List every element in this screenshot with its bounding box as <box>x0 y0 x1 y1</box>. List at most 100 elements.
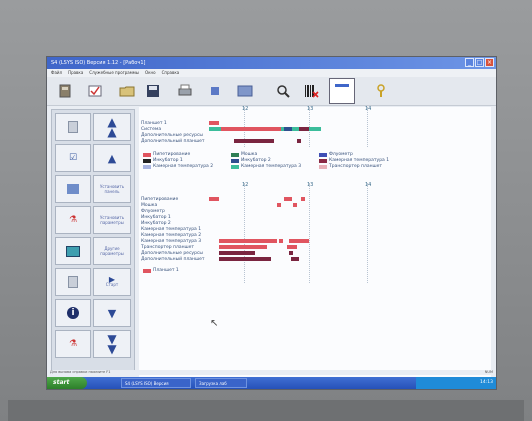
legend-label: Камерная температура 1 <box>329 158 390 163</box>
set-panel-button[interactable]: Установить панель <box>93 175 131 203</box>
gridline <box>367 107 368 147</box>
menu-window[interactable]: Окно <box>145 69 156 77</box>
gridline <box>244 183 245 283</box>
gantt-bar <box>293 203 297 207</box>
row-label: Флуометр <box>141 209 165 214</box>
sidebar-monitor-button[interactable] <box>55 237 91 265</box>
set-params-button[interactable]: Установить параметры <box>93 206 131 234</box>
save-icon[interactable] <box>143 81 163 101</box>
menu-help[interactable]: Справка <box>162 69 180 77</box>
toolbar <box>47 77 496 106</box>
legend-label: Инкубатор 1 <box>153 158 183 163</box>
legend-swatch <box>231 153 239 157</box>
up-icon: ▲ <box>107 151 117 165</box>
sidebar-tubes-button[interactable]: ⚗ <box>55 206 91 234</box>
sidebar-doc-button[interactable] <box>55 113 91 141</box>
barcode-icon[interactable] <box>301 81 321 101</box>
gantt-bar <box>301 197 305 201</box>
gantt-bar <box>219 251 255 255</box>
row-label: Система <box>141 127 162 132</box>
row-label: Дополнительные ресурсы <box>141 251 203 256</box>
legend-swatch <box>143 165 151 169</box>
legend-label: Инкубатор 2 <box>241 158 271 163</box>
check-icon: ☑ <box>68 152 78 163</box>
legend-label: Пипетирование <box>153 152 191 157</box>
legend-swatch <box>231 159 239 163</box>
box-icon[interactable] <box>235 81 255 101</box>
tick-label: 14 <box>365 182 372 188</box>
gantt-bar <box>277 203 281 207</box>
double-down-icon: ▼ ▼ <box>107 332 117 356</box>
gridline <box>367 183 368 283</box>
sidebar-tubes2-button[interactable]: ⚗ <box>55 330 91 358</box>
help-icon[interactable] <box>371 81 391 101</box>
maximize-button[interactable]: □ <box>475 58 484 67</box>
monitor-icon <box>66 245 80 257</box>
doc-icon <box>68 276 78 288</box>
menu-edit[interactable]: Правка <box>68 69 83 77</box>
sidebar-check-button[interactable]: ☑ <box>55 144 91 172</box>
info-icon: i <box>67 307 79 319</box>
gantt-bar <box>221 127 281 131</box>
gantt-bar <box>219 257 271 261</box>
start-menu-button[interactable]: start <box>47 377 87 389</box>
doc-icon <box>68 121 78 133</box>
status-bar: Для вызова справки нажмите F1 NUM <box>47 370 496 375</box>
gantt-bar <box>287 245 297 249</box>
status-right: NUM <box>484 370 493 374</box>
system-tray: 14:13 <box>416 377 496 389</box>
minimize-button[interactable]: _ <box>465 58 474 67</box>
legend-label: Мошка <box>241 152 258 157</box>
gridline <box>309 183 310 283</box>
start-button[interactable]: ▶ Старт <box>93 268 131 296</box>
check-icon[interactable] <box>85 81 105 101</box>
print-icon[interactable] <box>175 81 195 101</box>
device-icon[interactable] <box>55 81 75 101</box>
window-title: S4 (LSYS ISO) Версия 1.12 - [Рабоч1] <box>51 60 146 66</box>
set-panel-label: Установить панель <box>99 184 125 194</box>
stop-icon[interactable] <box>205 81 225 101</box>
row-label: Инкубатор 1 <box>141 215 171 220</box>
clock: 14:13 <box>480 380 493 385</box>
sidebar-info-button[interactable]: i <box>55 299 91 327</box>
taskbar-item[interactable]: Загрузка лаб <box>195 378 247 388</box>
folder-icon[interactable] <box>117 81 137 101</box>
other-params-label: Другие параметры <box>100 246 124 256</box>
legend-swatch <box>143 269 151 273</box>
zoom-icon[interactable] <box>273 81 293 101</box>
close-button[interactable]: × <box>485 58 494 67</box>
sidebar-up-button[interactable]: ▲ <box>93 144 131 172</box>
row-label: Транспортер планшет <box>141 245 195 250</box>
sidebar-panel-icon-button[interactable] <box>55 175 91 203</box>
sidebar-double-up-button[interactable]: ▲ ▲ <box>93 113 131 141</box>
sidebar-down-button[interactable]: ▼ <box>93 299 131 327</box>
sidebar-doc2-button[interactable] <box>55 268 91 296</box>
other-params-button[interactable]: Другие параметры <box>93 237 131 265</box>
menu-file[interactable]: Файл <box>51 69 62 77</box>
gantt-bar <box>289 251 293 255</box>
double-up-icon: ▲ ▲ <box>107 115 117 139</box>
legend-label: Флуометр <box>329 152 353 157</box>
legend-swatch <box>319 165 327 169</box>
gantt-bar <box>284 127 292 131</box>
title-bar: S4 (LSYS ISO) Версия 1.12 - [Рабоч1] _ □… <box>47 57 496 69</box>
row-label: Камерная температура 1 <box>141 227 202 232</box>
row-label: Камерная температура 3 <box>141 239 202 244</box>
schedule-canvas: 12 13 14 Планшет 1 Система Дополнительны… <box>139 106 491 379</box>
window-icon[interactable] <box>329 78 355 104</box>
taskbar-item[interactable]: S4 (LSYS ISO) Версия <box>121 378 191 388</box>
menu-bar: Файл Правка Служебные программы Окно Спр… <box>47 69 496 77</box>
sidebar-double-down-button[interactable]: ▼ ▼ <box>93 330 131 358</box>
gantt-bar <box>279 239 283 243</box>
row-label: Дополнительный планшет <box>141 139 205 144</box>
gantt-bar <box>289 239 309 243</box>
screen: S4 (LSYS ISO) Версия 1.12 - [Рабоч1] _ □… <box>46 56 497 390</box>
row-label: Камерная температура 2 <box>141 233 202 238</box>
monitor-base <box>8 400 524 421</box>
menu-tools[interactable]: Служебные программы <box>89 69 139 77</box>
legend-label: Камерная температура 2 <box>153 164 214 169</box>
gantt-bar <box>209 197 219 201</box>
gantt-bar <box>234 139 274 143</box>
tick-label: 13 <box>307 106 314 112</box>
row-label: Мошка <box>141 203 158 208</box>
